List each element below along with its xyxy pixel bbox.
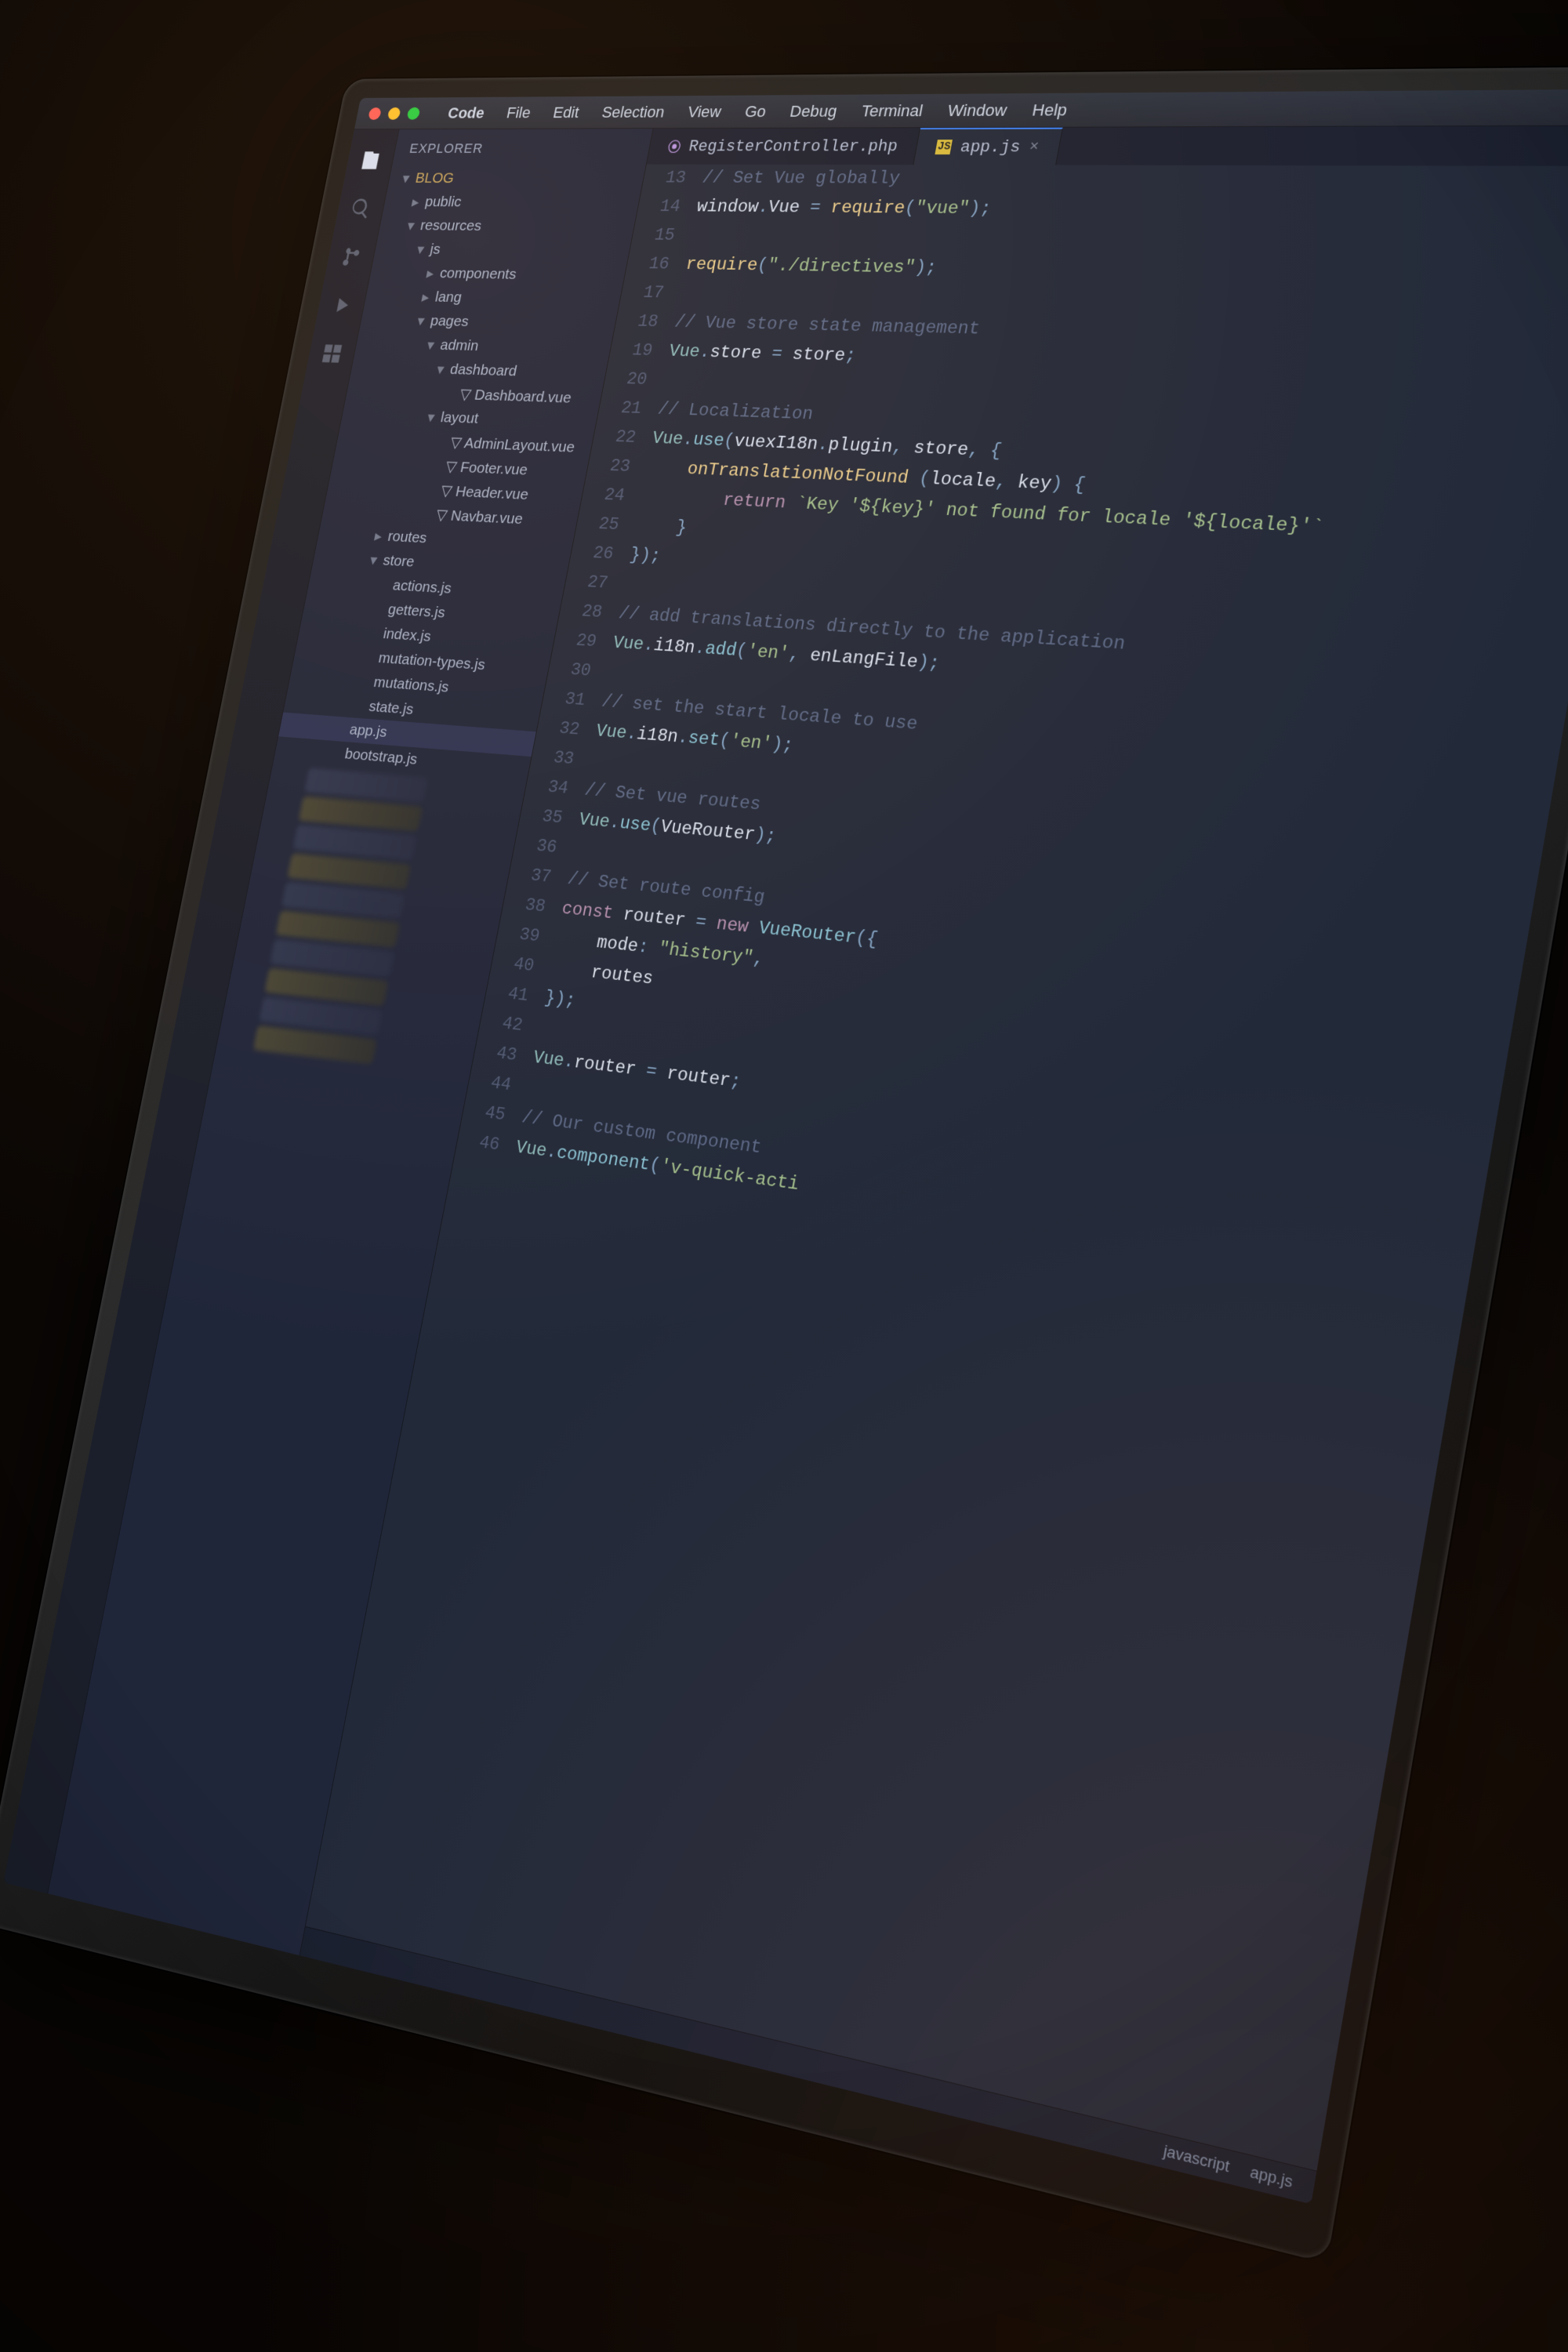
menu-file[interactable]: File — [505, 103, 532, 122]
tab-register-controller[interactable]: ⦿ RegisterController.php — [647, 128, 921, 165]
tree-item-label: js — [429, 241, 442, 259]
tree-item-label: store — [382, 552, 416, 571]
tab-label: app.js — [959, 138, 1022, 157]
menu-go[interactable]: Go — [743, 102, 768, 121]
menu-bar: Code File Edit Selection View Go Debug T… — [354, 89, 1568, 129]
app-name[interactable]: Code — [446, 103, 486, 122]
tree-item-label: routes — [387, 528, 429, 547]
tree-item-label: ▽ Header.vue — [440, 481, 531, 503]
search-icon[interactable] — [347, 197, 374, 220]
tree-item-label: state.js — [368, 698, 416, 718]
tree-item-label: admin — [439, 337, 481, 355]
tree-item-label: resources — [419, 217, 483, 234]
menu-selection[interactable]: Selection — [601, 103, 666, 122]
tree-item-label: public — [423, 194, 463, 211]
tree-item-label: ▽ Navbar.vue — [434, 506, 524, 528]
tree-item-label: index.js — [382, 626, 433, 646]
tab-label: RegisterController.php — [688, 137, 899, 155]
status-file[interactable]: app.js — [1249, 2163, 1294, 2192]
tree-item[interactable]: ▸public — [383, 190, 641, 216]
tree-item-label: getters.js — [387, 601, 447, 622]
tab-app-js[interactable]: JS app.js × — [914, 128, 1063, 165]
debug-icon[interactable] — [328, 293, 355, 318]
tree-item-label: components — [438, 265, 517, 283]
tree-item-label: bootstrap.js — [343, 746, 419, 768]
php-icon: ⦿ — [666, 137, 683, 156]
menu-help[interactable]: Help — [1031, 100, 1069, 120]
tree-item-label: lang — [434, 289, 463, 306]
window-controls — [368, 107, 420, 119]
menu-terminal[interactable]: Terminal — [860, 101, 924, 121]
tree-item-label: ▽ Dashboard.vue — [459, 385, 573, 406]
tree-item-label: ▽ AdminLayout.vue — [449, 434, 577, 456]
tree-item[interactable]: ▾js — [373, 237, 631, 264]
tree-item-label: app.js — [348, 721, 389, 742]
tree-root[interactable]: ▾BLOG — [387, 166, 645, 191]
menu-window[interactable]: Window — [946, 100, 1008, 120]
extensions-icon[interactable] — [318, 342, 345, 366]
menu-debug[interactable]: Debug — [789, 102, 839, 121]
tree-item-label: ▽ Footer.vue — [445, 457, 530, 478]
status-language[interactable]: javascript — [1162, 2142, 1231, 2176]
explorer-title: EXPLORER — [394, 139, 652, 160]
js-icon: JS — [935, 140, 953, 154]
tree-item[interactable]: ▾resources — [378, 213, 636, 240]
close-icon[interactable] — [368, 107, 382, 120]
tree-item-label: dashboard — [448, 361, 518, 380]
zoom-icon[interactable] — [407, 107, 421, 119]
minimize-icon[interactable] — [387, 107, 401, 120]
menu-view[interactable]: View — [686, 102, 723, 121]
explorer-icon[interactable] — [357, 149, 383, 172]
tree-item-label: actions.js — [391, 577, 453, 597]
menu-edit[interactable]: Edit — [552, 103, 581, 122]
tree-item-label: mutations.js — [372, 673, 451, 696]
tree-item-label: layout — [439, 409, 480, 427]
scm-icon[interactable] — [338, 245, 365, 268]
tree-item-label: pages — [429, 313, 470, 331]
tree-item-label: mutation-types.js — [377, 650, 487, 674]
editor-tabs: ⦿ RegisterController.php JS app.js × — [647, 126, 1568, 166]
close-tab-icon[interactable]: × — [1028, 139, 1040, 156]
